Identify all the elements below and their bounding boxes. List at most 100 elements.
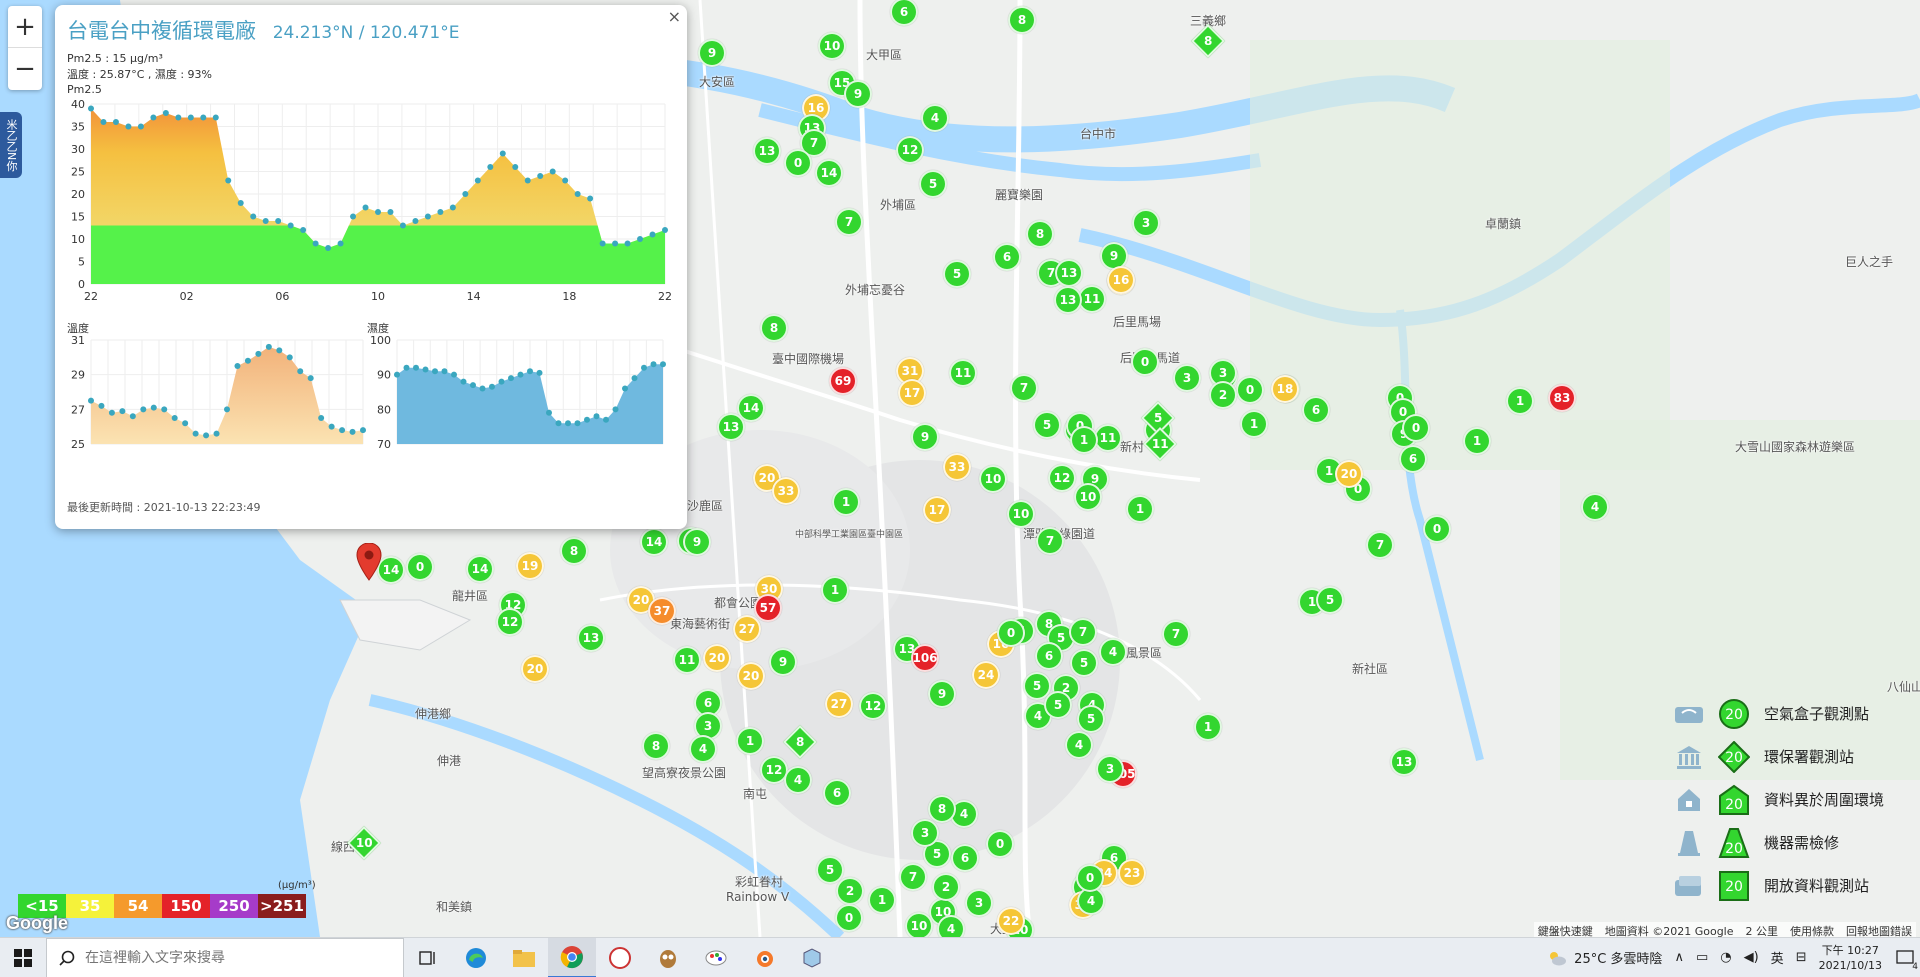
data-point[interactable] (422, 366, 429, 373)
data-point[interactable] (360, 427, 366, 434)
data-point[interactable] (641, 364, 647, 371)
station-marker[interactable]: 2 (932, 873, 960, 901)
station-marker[interactable]: 106 (911, 644, 939, 672)
data-point[interactable] (637, 236, 644, 242)
station-marker[interactable]: 11 (1094, 424, 1122, 452)
station-marker[interactable]: 27 (733, 615, 761, 643)
zoom-out-button[interactable]: − (8, 48, 42, 90)
data-point[interactable] (287, 222, 294, 229)
station-marker[interactable]: 27 (825, 690, 853, 718)
data-point[interactable] (255, 350, 262, 357)
station-marker[interactable]: 7 (1036, 527, 1064, 555)
data-point[interactable] (161, 406, 168, 413)
station-marker[interactable]: 8 (928, 795, 956, 823)
data-point[interactable] (300, 227, 307, 233)
data-point[interactable] (375, 209, 381, 215)
data-point[interactable] (150, 114, 157, 121)
station-marker[interactable]: 6 (1035, 642, 1063, 670)
data-point[interactable] (125, 123, 132, 130)
taskbar-app-blender[interactable] (740, 938, 788, 977)
data-point[interactable] (112, 119, 119, 125)
station-marker[interactable]: 0 (1423, 515, 1451, 543)
data-point[interactable] (479, 385, 486, 392)
data-point[interactable] (599, 240, 606, 247)
taskbar-search[interactable] (46, 937, 404, 977)
station-marker[interactable]: 10 (905, 912, 933, 937)
data-point[interactable] (603, 416, 609, 423)
data-point[interactable] (584, 416, 590, 423)
data-point[interactable] (612, 240, 619, 247)
taskbar-app-3[interactable] (692, 938, 740, 977)
data-point[interactable] (451, 371, 457, 378)
station-marker[interactable]: 12 (896, 136, 924, 164)
station-marker[interactable]: 7 (899, 863, 927, 891)
data-point[interactable] (262, 218, 269, 224)
network-icon[interactable]: ◔ (1720, 950, 1731, 965)
data-point[interactable] (462, 191, 469, 197)
data-point[interactable] (624, 240, 631, 247)
task-view-button[interactable] (404, 938, 452, 977)
station-marker[interactable]: 3 (911, 819, 939, 847)
station-marker[interactable]: 37 (648, 597, 676, 625)
data-point[interactable] (192, 430, 199, 437)
taskbar-app-explorer[interactable] (500, 938, 548, 977)
station-marker[interactable]: 0 (1402, 414, 1430, 442)
station-marker[interactable]: 3 (965, 889, 993, 917)
station-marker[interactable]: 8 (642, 732, 670, 760)
selected-location-pin-icon[interactable] (356, 543, 382, 581)
data-point[interactable] (593, 413, 600, 420)
station-marker[interactable]: 8 (1008, 6, 1036, 34)
notification-center-button[interactable]: 4 (1890, 943, 1920, 973)
data-point[interactable] (524, 177, 531, 184)
data-point[interactable] (441, 368, 448, 375)
station-marker[interactable]: 19 (516, 552, 544, 580)
data-point[interactable] (362, 204, 369, 211)
station-marker[interactable]: 14 (466, 555, 494, 583)
station-marker[interactable]: 4 (1099, 638, 1127, 666)
data-point[interactable] (212, 114, 219, 121)
data-point[interactable] (413, 364, 419, 371)
station-marker[interactable]: 3 (1173, 364, 1201, 392)
data-point[interactable] (587, 195, 594, 202)
data-point[interactable] (312, 240, 319, 247)
map-scale[interactable]: 2 公里 (1746, 923, 1779, 937)
data-point[interactable] (98, 402, 105, 409)
station-marker[interactable]: 13 (717, 413, 745, 441)
input-mode-icon[interactable]: ⊟ (1796, 950, 1807, 965)
data-point[interactable] (622, 385, 628, 392)
data-point[interactable] (546, 409, 552, 416)
station-marker[interactable]: 8 (560, 537, 588, 565)
station-marker[interactable]: 1 (1070, 426, 1098, 454)
station-marker[interactable]: 5 (1077, 705, 1105, 733)
data-point[interactable] (399, 222, 406, 229)
station-marker[interactable]: 12 (859, 692, 887, 720)
data-point[interactable] (140, 406, 147, 413)
station-marker[interactable]: 1 (868, 886, 896, 914)
station-marker[interactable]: 7 (835, 208, 863, 236)
station-marker[interactable]: 23 (1118, 859, 1146, 887)
data-point[interactable] (88, 397, 94, 404)
data-point[interactable] (286, 354, 293, 361)
data-point[interactable] (203, 432, 210, 439)
data-point[interactable] (162, 110, 169, 116)
zoom-in-button[interactable]: + (8, 6, 42, 48)
taskbar-app-2[interactable] (644, 938, 692, 977)
station-marker[interactable]: 6 (951, 844, 979, 872)
data-point[interactable] (337, 240, 344, 247)
volume-icon[interactable]: ◀) (1744, 950, 1759, 965)
station-marker[interactable]: 13 (1054, 286, 1082, 314)
station-marker[interactable]: 10 (979, 465, 1007, 493)
station-marker[interactable]: 13 (577, 624, 605, 652)
taskbar-app-4[interactable] (788, 938, 836, 977)
data-point[interactable] (224, 406, 230, 413)
report-error-link[interactable]: 回報地圖錯誤 (1846, 923, 1912, 937)
station-marker[interactable]: 24 (972, 661, 1000, 689)
station-marker[interactable]: 11 (949, 359, 977, 387)
data-point[interactable] (487, 164, 494, 170)
station-marker[interactable]: 1 (1240, 410, 1268, 438)
map-canvas[interactable]: 三義鄉 大甲區 大安區 外埔區 麗寶樂園 外埔忘憂谷 臺中國際機場 后里馬場 后… (0, 0, 1920, 937)
station-marker[interactable]: 6 (1399, 445, 1427, 473)
station-marker[interactable]: 8 (760, 314, 788, 342)
keyboard-shortcuts-link[interactable]: 鍵盤快速鍵 (1538, 923, 1593, 937)
data-point[interactable] (555, 420, 562, 427)
